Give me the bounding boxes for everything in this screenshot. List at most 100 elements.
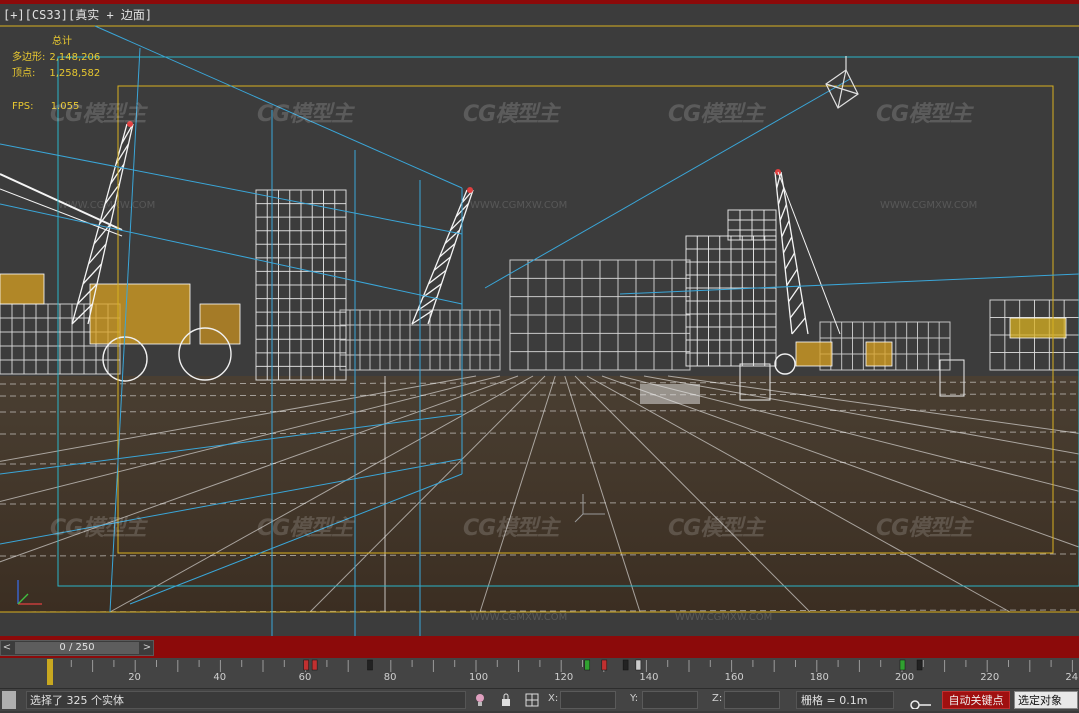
watermark-logo: CG模型主 [668,102,764,127]
wheel-wireframe [774,353,796,375]
perspective-viewport[interactable]: [+][CS33][真实 + 边面] 总计 多边形: 2,148,206 顶点:… [0,4,1079,636]
watermark-url: WWW.CGMXW.COM [880,200,978,211]
watermark-logo: CG模型主 [876,102,972,127]
watermark-url: WWW.CGMXW.COM [470,612,568,623]
watermark-logo: CG模型主 [257,516,353,541]
excavator-body [89,283,191,345]
x-coordinate-field[interactable] [560,691,616,709]
watermark-logo: CG模型主 [257,102,353,127]
grid-size-readout: 栅格 = 0.1m [796,691,894,709]
keyframe-marker [584,659,591,671]
selection-status: 选择了 325 个实体 [26,691,466,709]
key-icon [910,700,931,710]
ruler-label: 24 [1065,672,1079,683]
crane-cable [777,171,841,335]
maxscript-listener-icon[interactable] [2,691,16,709]
crane-wireframe [411,187,474,325]
lock-selection-icon[interactable] [500,691,512,709]
prev-frame-button[interactable]: < [1,641,13,655]
track-bar[interactable] [0,658,1079,688]
crane-wireframe-brace [789,301,804,319]
ruler-label: 160 [724,672,744,683]
watermark-url: WWW.CGMXW.COM [58,200,156,211]
keyframe-marker [367,659,373,671]
time-tag-icon[interactable] [905,691,933,710]
selected-objects-dropdown[interactable]: 选定对象 [1014,691,1078,709]
keyframe-marker [635,659,642,671]
watermark-logo: CG模型主 [668,516,764,541]
excavator-arm [0,273,45,305]
y-coordinate-field[interactable] [642,691,698,709]
crane-wireframe-brace [791,317,806,335]
truck-body [865,341,893,367]
x-label: X: [548,693,559,704]
scene-statistics: 总计 多边形: 2,148,206 顶点: 1,258,582 [12,34,100,82]
watermark-url: WWW.CGMXW.COM [675,612,773,623]
crane-wireframe-brace [779,204,788,221]
scaffold-wireframe [509,259,691,371]
time-slider-bar [0,636,1079,658]
watermark-url: WWW.CGMXW.COM [470,200,568,211]
stats-verts-value: 1,258,582 [49,68,101,79]
truck-body [795,341,833,367]
y-label: Y: [630,693,639,704]
fps-label: FPS: [12,101,34,112]
ruler-label: 120 [554,672,574,683]
watermark-logo: CG模型主 [50,516,146,541]
crane-boom [0,188,123,237]
track-bar-ruler [47,659,1073,685]
bulb-icon [476,694,484,706]
watermark-logo: CG模型主 [463,102,559,127]
debris-wireframe [640,384,700,404]
crane-wireframe-brace [786,268,798,286]
crane-wireframe-brace [788,285,801,302]
next-frame-button[interactable]: > [141,641,153,655]
ruler-label: 180 [809,672,829,683]
watermark-logo: CG模型主 [876,516,972,541]
ruler-label: 140 [639,672,659,683]
keyframe-marker [303,659,309,671]
keyframe-marker [916,659,923,671]
ruler-label: 220 [980,672,1000,683]
keyframe-marker [622,659,629,671]
construction-site-wireframes [0,189,1079,404]
ruler-label: 20 [128,672,141,683]
keyframe-marker [899,659,906,671]
stats-verts-label: 顶点: [12,68,36,79]
building-wireframe [685,235,777,367]
machinery-body [1009,317,1067,339]
time-slider[interactable]: < 0 / 250 > [0,640,154,656]
stats-verts-row: 顶点: 1,258,582 [12,66,100,82]
isolate-icon[interactable] [474,691,486,709]
camera-target-icon [825,56,859,109]
vehicle-body [199,303,241,345]
crane-wireframe-brace [781,220,790,238]
ruler-label: 40 [213,672,227,683]
ruler-label: 200 [895,672,915,683]
keyframe-marker [601,659,608,671]
time-cursor [47,659,53,685]
absolute-mode-icon[interactable] [525,691,539,709]
auto-key-button[interactable]: 自动关键点 [942,691,1010,709]
stats-polys-label: 多边形: [12,52,46,63]
viewport-label[interactable]: [+][CS33][真实 + 边面] [3,6,152,23]
crane-wireframe [774,169,809,335]
lock-icon [502,693,510,706]
frame-counter[interactable]: 0 / 250 [15,642,139,654]
stats-polys-row: 多边形: 2,148,206 [12,50,100,66]
crane-wireframe-brace [784,252,796,270]
ruler-label: 100 [469,672,489,683]
ruler-label: 80 [383,672,397,683]
status-bar: 选择了 325 个实体 X: Y: Z: 栅格 = 0.1m 自动关键点 选定对… [0,688,1079,711]
keyframe-marker [311,659,318,671]
z-coordinate-field[interactable] [724,691,780,709]
stats-header: 总计 [52,36,72,47]
watermark-logo: CG模型主 [463,516,559,541]
crane-wireframe-brace [777,187,785,205]
stats-polys-value: 2,148,206 [49,52,101,63]
crosshair-icon [525,693,539,707]
crane-wireframe-beacon [467,187,473,193]
building-wireframe [255,189,347,381]
crane-wireframe-brace [782,236,793,254]
z-label: Z: [712,693,723,704]
